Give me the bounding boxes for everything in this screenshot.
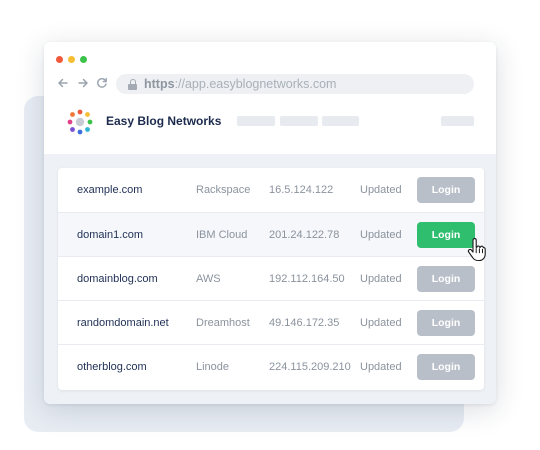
site-status: Updated bbox=[360, 184, 402, 196]
site-ip: 192.112.164.50 bbox=[269, 273, 345, 285]
hand-pointer-icon bbox=[467, 238, 486, 262]
site-host: AWS bbox=[196, 273, 221, 285]
nav-placeholder-2 bbox=[280, 116, 318, 126]
site-domain: domain1.com bbox=[77, 229, 144, 241]
browser-chrome: https://app.easyblognetworks.com Easy Bl… bbox=[44, 42, 496, 154]
site-ip: 49.146.172.35 bbox=[269, 317, 340, 329]
nav-placeholder-1 bbox=[237, 116, 275, 126]
window-controls bbox=[56, 56, 87, 63]
login-button[interactable]: Login bbox=[417, 354, 475, 380]
arrow-left-icon[interactable] bbox=[56, 76, 70, 90]
site-ip: 224.115.209.210 bbox=[269, 361, 351, 373]
site-domain: randomdomain.net bbox=[77, 317, 169, 329]
site-status: Updated bbox=[360, 273, 402, 285]
browser-window: https://app.easyblognetworks.com Easy Bl… bbox=[44, 42, 496, 404]
minimize-window-dot[interactable] bbox=[68, 56, 75, 63]
address-bar[interactable]: https://app.easyblognetworks.com bbox=[116, 74, 474, 94]
login-button[interactable]: Login bbox=[417, 177, 475, 203]
site-status: Updated bbox=[360, 361, 402, 373]
site-host: Linode bbox=[196, 361, 230, 373]
site-host: Rackspace bbox=[196, 184, 251, 196]
reload-icon[interactable] bbox=[95, 76, 109, 90]
table-row: example.com Rackspace 16.5.124.122 Updat… bbox=[58, 168, 484, 212]
maximize-window-dot[interactable] bbox=[80, 56, 87, 63]
main-content: example.com Rackspace 16.5.124.122 Updat… bbox=[44, 154, 496, 404]
site-status: Updated bbox=[360, 317, 402, 329]
site-host: Dreamhost bbox=[196, 317, 250, 329]
brand-name: Easy Blog Networks bbox=[106, 114, 222, 128]
table-row: otherblog.com Linode 224.115.209.210 Upd… bbox=[58, 344, 484, 388]
table-row: randomdomain.net Dreamhost 49.146.172.35… bbox=[58, 300, 484, 344]
site-domain: domainblog.com bbox=[77, 273, 158, 285]
sites-table: example.com Rackspace 16.5.124.122 Updat… bbox=[58, 168, 484, 390]
nav-placeholder-3 bbox=[322, 116, 359, 126]
login-button[interactable]: Login bbox=[417, 310, 475, 336]
site-domain: otherblog.com bbox=[77, 361, 147, 373]
site-ip: 201.24.122.78 bbox=[269, 229, 340, 241]
login-button[interactable]: Login bbox=[417, 266, 475, 292]
table-row: domainblog.com AWS 192.112.164.50 Update… bbox=[58, 256, 484, 300]
easy-blog-networks-logo bbox=[67, 109, 93, 135]
arrow-right-icon[interactable] bbox=[76, 76, 90, 90]
site-domain: example.com bbox=[77, 184, 143, 196]
url-host: app.easyblognetworks.com bbox=[184, 77, 337, 91]
account-placeholder bbox=[441, 116, 474, 126]
site-host: IBM Cloud bbox=[196, 229, 248, 241]
table-row: domain1.com IBM Cloud 201.24.122.78 Upda… bbox=[58, 212, 484, 256]
url-scheme: https bbox=[144, 77, 175, 91]
url-separator: :// bbox=[174, 77, 185, 91]
close-window-dot[interactable] bbox=[56, 56, 63, 63]
lock-icon bbox=[128, 78, 137, 90]
site-ip: 16.5.124.122 bbox=[269, 184, 334, 196]
site-status: Updated bbox=[360, 229, 402, 241]
